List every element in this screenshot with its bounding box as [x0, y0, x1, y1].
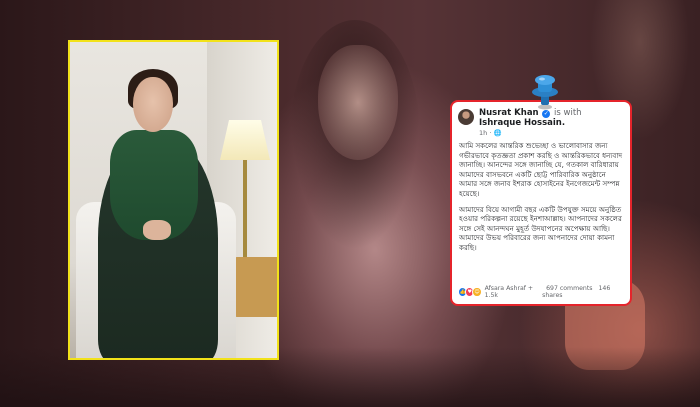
person-face	[133, 77, 173, 132]
post-footer: 👍 ♥ ☺ Afsara Ashraf + 1.5k 697 comments …	[452, 285, 630, 304]
globe-icon: 🌐	[493, 129, 502, 137]
tagged-person-name[interactable]: Ishraque Hossain.	[479, 118, 565, 128]
engagement-counts: 697 comments 146 shares	[542, 285, 624, 299]
inset-photo	[68, 40, 279, 360]
timestamp-text: 1h ·	[479, 129, 494, 137]
comments-count[interactable]: 697 comments	[546, 285, 592, 292]
avatar[interactable]	[458, 109, 474, 125]
reactors-text: Afsara Ashraf + 1.5k	[484, 285, 534, 299]
post-paragraph-2: আমাদের বিয়ে আগামী বছর একটি উপযুক্ত সময়…	[459, 204, 622, 252]
post-body: আমি সকলের আন্তরিক শুভেচ্ছা ও ভালোবাসার জ…	[452, 137, 630, 253]
facebook-post-card: Nusrat Khan ✓ is with Ishraque Hossain. …	[450, 100, 632, 306]
care-icon: ☺	[472, 287, 482, 297]
push-pin-icon	[532, 75, 558, 110]
side-table	[235, 257, 277, 317]
reactions-summary[interactable]: 👍 ♥ ☺ Afsara Ashraf + 1.5k	[458, 285, 542, 299]
background-person-face	[318, 45, 398, 160]
lamp-pole	[243, 160, 247, 260]
post-timestamp[interactable]: 1h · 🌐	[452, 129, 630, 137]
verified-badge-icon: ✓	[542, 110, 551, 118]
person-hands	[143, 220, 171, 240]
post-header-text: Nusrat Khan ✓ is with Ishraque Hossain.	[479, 108, 624, 128]
post-paragraph-1: আমি সকলের আন্তরিক শুভেচ্ছা ও ভালোবাসার জ…	[459, 141, 623, 198]
